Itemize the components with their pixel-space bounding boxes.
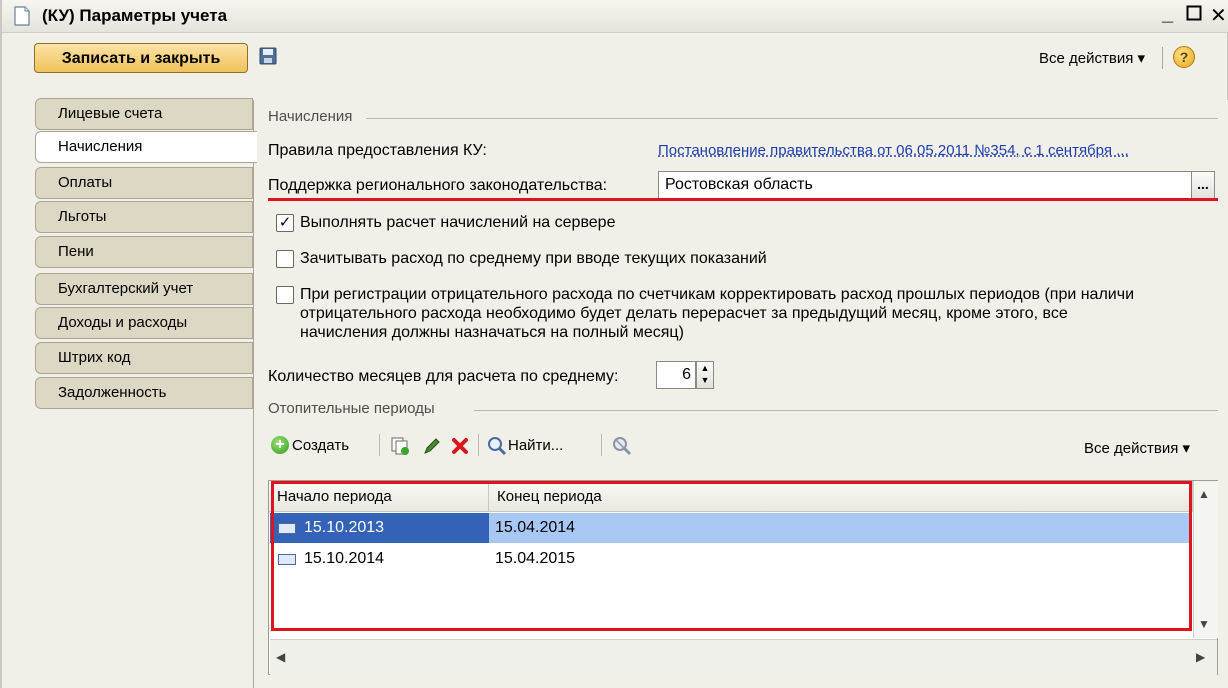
months-input[interactable]: 6 xyxy=(656,361,696,389)
tab-income-expenses[interactable]: Доходы и расходы xyxy=(35,307,253,339)
tab-payments[interactable]: Оплаты xyxy=(35,167,253,199)
window-title: (КУ) Параметры учета xyxy=(42,6,228,25)
tab-barcode[interactable]: Штрих код xyxy=(35,342,253,374)
tab-penalties[interactable]: Пени xyxy=(35,236,253,268)
regional-label: Поддержка регионального законодательства… xyxy=(268,177,608,194)
accruals-group-title: Начисления xyxy=(268,108,353,125)
tab-personal-accounts[interactable]: Лицевые счета xyxy=(35,98,253,130)
tab-label: Лицевые счета xyxy=(58,105,163,122)
tab-benefits[interactable]: Льготы xyxy=(35,201,253,233)
disk-icon[interactable] xyxy=(259,47,277,65)
tab-label: Пени xyxy=(58,243,94,260)
heating-group-title: Отопительные периоды xyxy=(268,400,435,417)
negative-label-line-1: При регистрации отрицательного расхода п… xyxy=(300,286,1134,303)
minimize-button[interactable]: _ xyxy=(1162,3,1173,26)
tab-label: Льготы xyxy=(58,208,107,225)
toolbar-separator xyxy=(379,434,380,456)
regional-input[interactable]: Ростовская область xyxy=(658,171,1192,199)
tab-accounting[interactable]: Бухгалтерский учет xyxy=(35,273,253,305)
months-label: Количество месяцев для расчета по средне… xyxy=(268,368,619,385)
all-actions-menu[interactable]: Все действия ▾ xyxy=(1039,49,1145,67)
toolbar-separator xyxy=(601,434,602,456)
create-button[interactable]: Создать xyxy=(292,437,349,454)
plus-icon[interactable]: + xyxy=(271,436,289,454)
server-calc-checkbox[interactable]: ✓ xyxy=(276,214,294,232)
scroll-left-icon[interactable]: ◀ xyxy=(276,650,285,664)
negative-consumption-checkbox[interactable] xyxy=(276,286,294,304)
copy-icon[interactable] xyxy=(390,436,410,456)
clear-search-icon[interactable] xyxy=(611,435,633,457)
tab-debt[interactable]: Задолженность xyxy=(35,377,253,409)
tab-label: Оплаты xyxy=(58,174,113,191)
red-highlight-underline xyxy=(268,198,1218,201)
red-highlight-box xyxy=(271,481,1192,631)
title-bar: (КУ) Параметры учета _ ✕ xyxy=(2,0,1228,33)
negative-label-line-3: начисления должны назначаться на полный … xyxy=(300,324,684,341)
tab-accruals[interactable]: Начисления xyxy=(35,131,257,163)
scroll-down-icon[interactable]: ▼ xyxy=(1198,617,1210,631)
tab-label: Штрих код xyxy=(58,349,131,366)
pencil-icon[interactable] xyxy=(422,436,442,456)
vertical-scrollbar[interactable]: ▲ ▼ xyxy=(1193,481,1218,638)
server-calc-label: Выполнять расчет начислений на сервере xyxy=(300,214,616,231)
document-icon xyxy=(14,6,30,26)
find-button[interactable]: Найти... xyxy=(508,437,563,454)
heating-all-actions-menu[interactable]: Все действия ▾ xyxy=(1084,439,1190,457)
average-consumption-checkbox[interactable] xyxy=(276,250,294,268)
average-consumption-label: Зачитывать расход по среднему при вводе … xyxy=(300,250,767,267)
tab-label: Начисления xyxy=(58,138,143,155)
heating-periods-table: Начало периода Конец периода 15.10.2013 … xyxy=(268,480,1218,675)
select-region-button[interactable]: ... xyxy=(1191,171,1215,199)
magnifier-icon[interactable] xyxy=(487,436,507,456)
rules-link[interactable]: Постановление правительства от 06.05.201… xyxy=(658,142,1218,159)
toolbar-separator xyxy=(478,434,479,456)
command-bar: Записать и закрыть Все действия ▾ ? xyxy=(2,33,1228,83)
delete-x-icon[interactable] xyxy=(450,436,470,456)
group-divider xyxy=(474,410,1218,411)
chevron-up-icon[interactable]: ▲ xyxy=(697,362,713,374)
tab-label: Задолженность xyxy=(58,384,167,401)
accruals-panel: Начисления Правила предоставления КУ: По… xyxy=(253,100,1228,688)
group-divider xyxy=(366,118,1218,119)
app-window: (КУ) Параметры учета _ ✕ Записать и закр… xyxy=(0,0,1228,688)
negative-consumption-label: При регистрации отрицательного расхода п… xyxy=(300,285,1218,342)
rules-label: Правила предоставления КУ: xyxy=(268,142,487,159)
close-button[interactable]: ✕ xyxy=(1210,3,1227,28)
months-stepper[interactable]: ▲ ▼ xyxy=(696,361,714,389)
maximize-icon xyxy=(1186,5,1202,21)
save-and-close-button[interactable]: Записать и закрыть xyxy=(34,43,248,73)
help-icon[interactable]: ? xyxy=(1173,46,1195,68)
scroll-right-icon[interactable]: ▶ xyxy=(1196,650,1205,664)
negative-label-line-2: отрицательного расхода необходимо будет … xyxy=(300,305,1068,322)
scroll-up-icon[interactable]: ▲ xyxy=(1198,487,1210,501)
toolbar-separator xyxy=(1162,47,1163,69)
chevron-down-icon[interactable]: ▼ xyxy=(697,374,713,386)
tab-label: Бухгалтерский учет xyxy=(58,280,194,297)
maximize-button[interactable] xyxy=(1186,4,1202,27)
tab-label: Доходы и расходы xyxy=(58,314,188,331)
horizontal-scrollbar[interactable]: ◀ ▶ xyxy=(270,639,1217,675)
